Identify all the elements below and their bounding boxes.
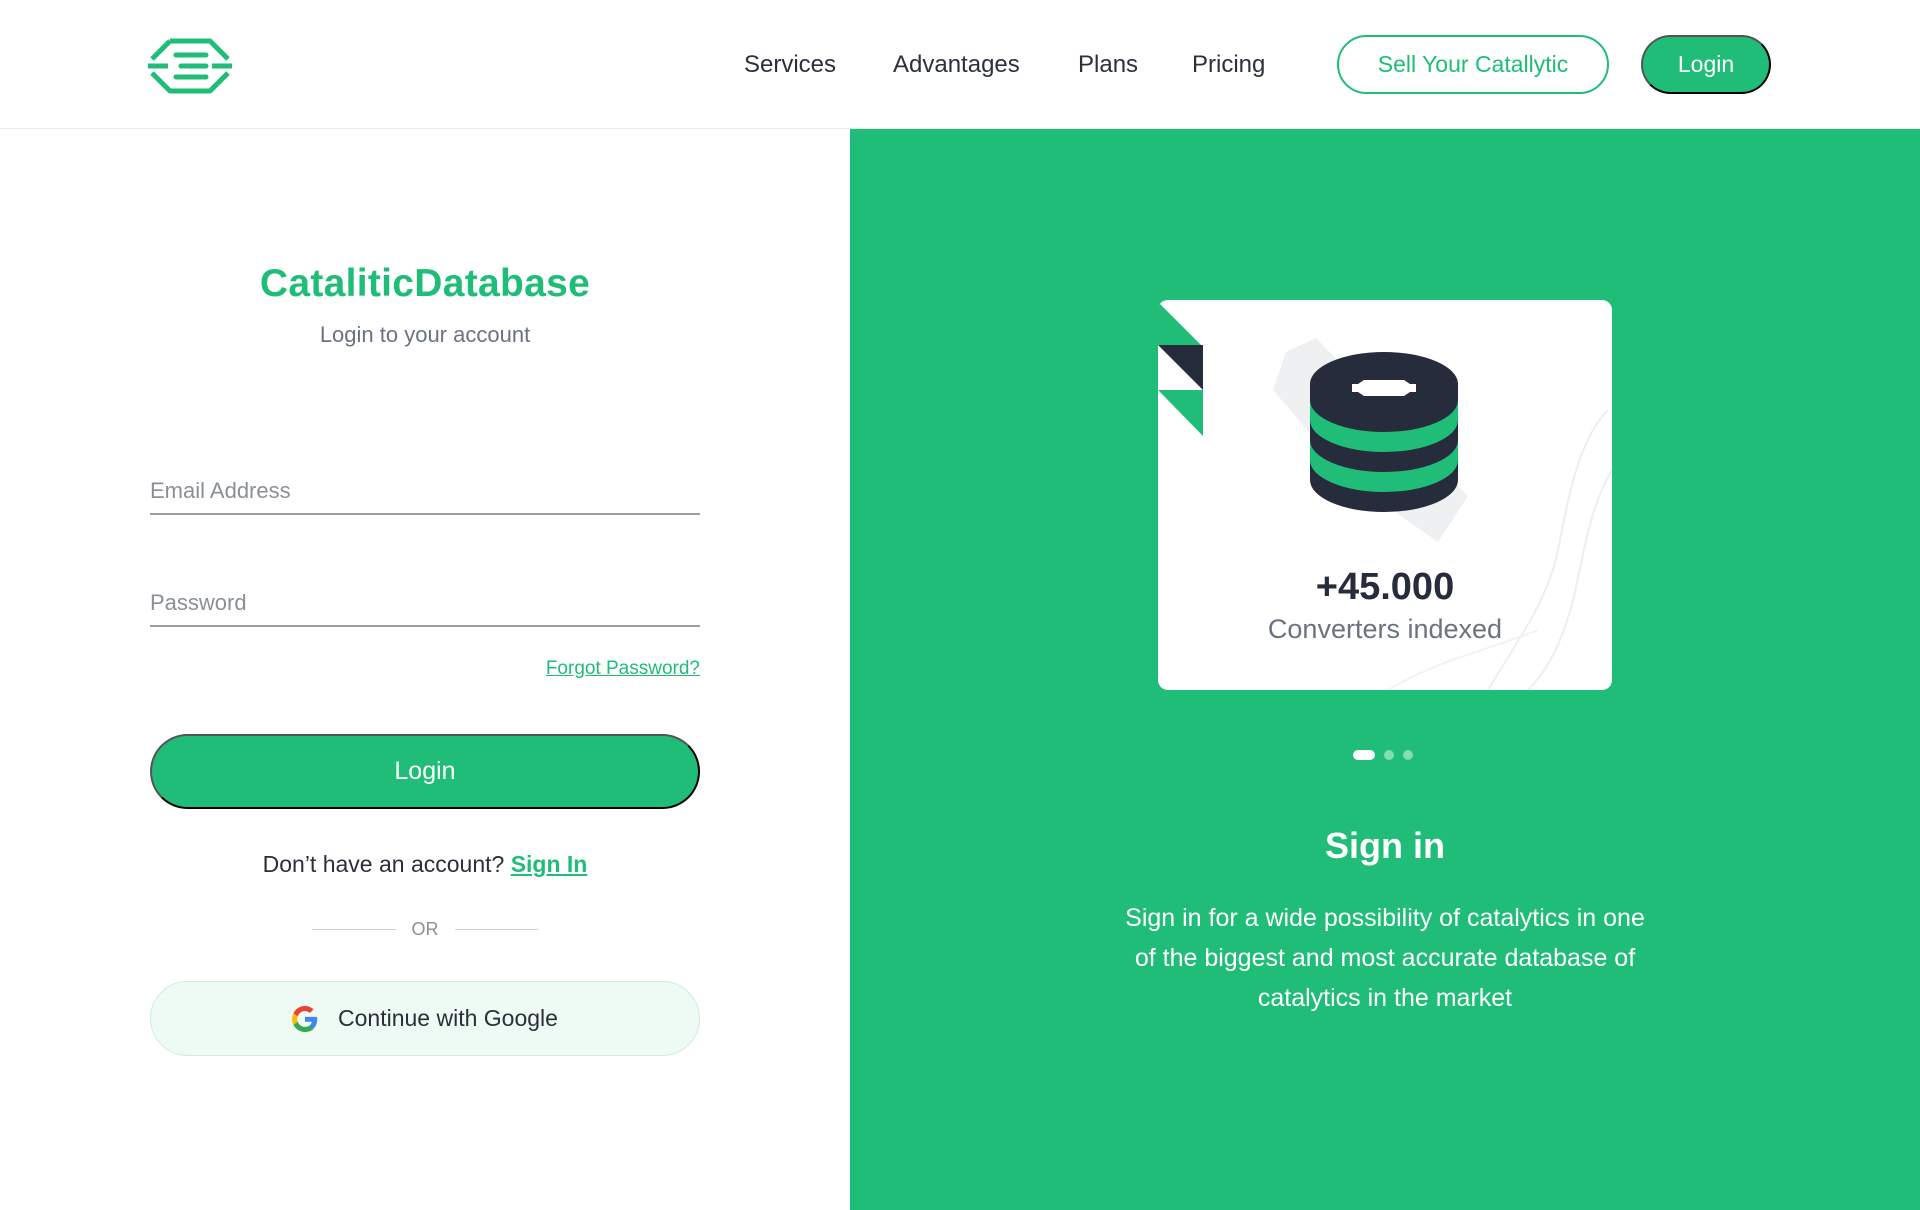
carousel-dot[interactable] (1353, 750, 1375, 760)
sign-in-link[interactable]: Sign In (511, 851, 588, 877)
nav-services[interactable]: Services (744, 50, 836, 80)
no-account-text: Don’t have an account? (262, 851, 505, 877)
brand-title: CataliticDatabase (259, 262, 591, 305)
site-header: Services Advantages Plans Pricing Sell Y… (0, 0, 1920, 129)
carousel-dot[interactable] (1403, 750, 1413, 760)
password-field (150, 567, 700, 627)
password-input[interactable] (150, 567, 700, 625)
nav-plans[interactable]: Plans (1078, 50, 1138, 80)
google-button-label: Continue with Google (338, 1005, 558, 1031)
google-icon (292, 1005, 318, 1032)
promo-title: Sign in (1325, 825, 1445, 866)
carousel-dots (1353, 750, 1413, 760)
nav-advantages[interactable]: Advantages (893, 50, 1020, 80)
sell-catalytic-button[interactable]: Sell Your Catallytic (1337, 35, 1609, 94)
google-signin-button[interactable]: Continue with Google (150, 981, 700, 1056)
email-field (150, 455, 700, 515)
divider-line (454, 928, 538, 930)
stat-value: +45.000 (1315, 566, 1455, 608)
login-subtitle: Login to your account (319, 322, 531, 347)
forgot-password-link[interactable]: Forgot Password? (450, 658, 700, 680)
database-stack-icon (1310, 352, 1458, 512)
or-divider: OR (312, 918, 538, 940)
stat-card: +45.000 Converters indexed (1158, 300, 1612, 690)
carousel-dot[interactable] (1384, 750, 1394, 760)
signup-prompt: Don’t have an account? Sign In (150, 851, 700, 878)
header-login-button[interactable]: Login (1641, 35, 1771, 94)
logo-icon[interactable] (148, 38, 232, 94)
stat-label: Converters indexed (1267, 614, 1503, 644)
or-text: OR (411, 918, 439, 939)
promo-description: Sign in for a wide possibility of cataly… (1125, 904, 1645, 1012)
nav-pricing[interactable]: Pricing (1192, 50, 1265, 80)
email-input[interactable] (150, 455, 700, 513)
login-button[interactable]: Login (150, 734, 700, 809)
divider-line (312, 928, 396, 930)
promo-panel: +45.000 Converters indexed Sign in Sign … (850, 129, 1920, 1210)
